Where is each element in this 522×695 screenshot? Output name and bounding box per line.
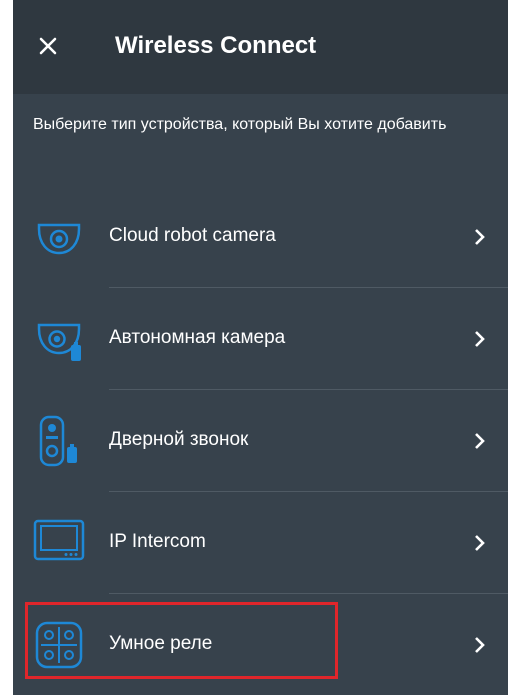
device-item-label: Дверной звонок <box>109 429 249 450</box>
app-screen: Wireless Connect Выберите тип устройства… <box>13 0 508 695</box>
close-icon[interactable] <box>33 31 63 61</box>
device-item-battery-camera[interactable]: Автономная камера <box>13 288 508 390</box>
battery-camera-icon <box>37 323 81 361</box>
chevron-right-icon <box>475 637 485 653</box>
device-item-label: IP Intercom <box>109 531 206 552</box>
dome-camera-icon <box>37 223 81 255</box>
intercom-icon <box>33 519 85 561</box>
device-item-label: Cloud robot camera <box>109 225 276 246</box>
device-type-list: Cloud robot camera Автономная камера Две… <box>13 186 508 695</box>
chevron-right-icon <box>475 229 485 245</box>
device-item-label: Автономная камера <box>109 327 286 348</box>
device-item-label: Умное реле <box>109 633 213 654</box>
doorbell-icon <box>39 415 77 467</box>
chevron-right-icon <box>475 433 485 449</box>
device-item-ip-intercom[interactable]: IP Intercom <box>13 492 508 594</box>
chevron-right-icon <box>475 331 485 347</box>
smart-relay-icon <box>35 621 83 669</box>
device-item-smart-relay[interactable]: Умное реле <box>13 594 508 695</box>
device-item-doorbell[interactable]: Дверной звонок <box>13 390 508 492</box>
device-item-cloud-robot-camera[interactable]: Cloud robot camera <box>13 186 508 288</box>
app-header: Wireless Connect <box>13 0 508 94</box>
instruction-text: Выберите тип устройства, который Вы хоти… <box>33 116 447 133</box>
page-title: Wireless Connect <box>115 32 317 59</box>
chevron-right-icon <box>475 535 485 551</box>
